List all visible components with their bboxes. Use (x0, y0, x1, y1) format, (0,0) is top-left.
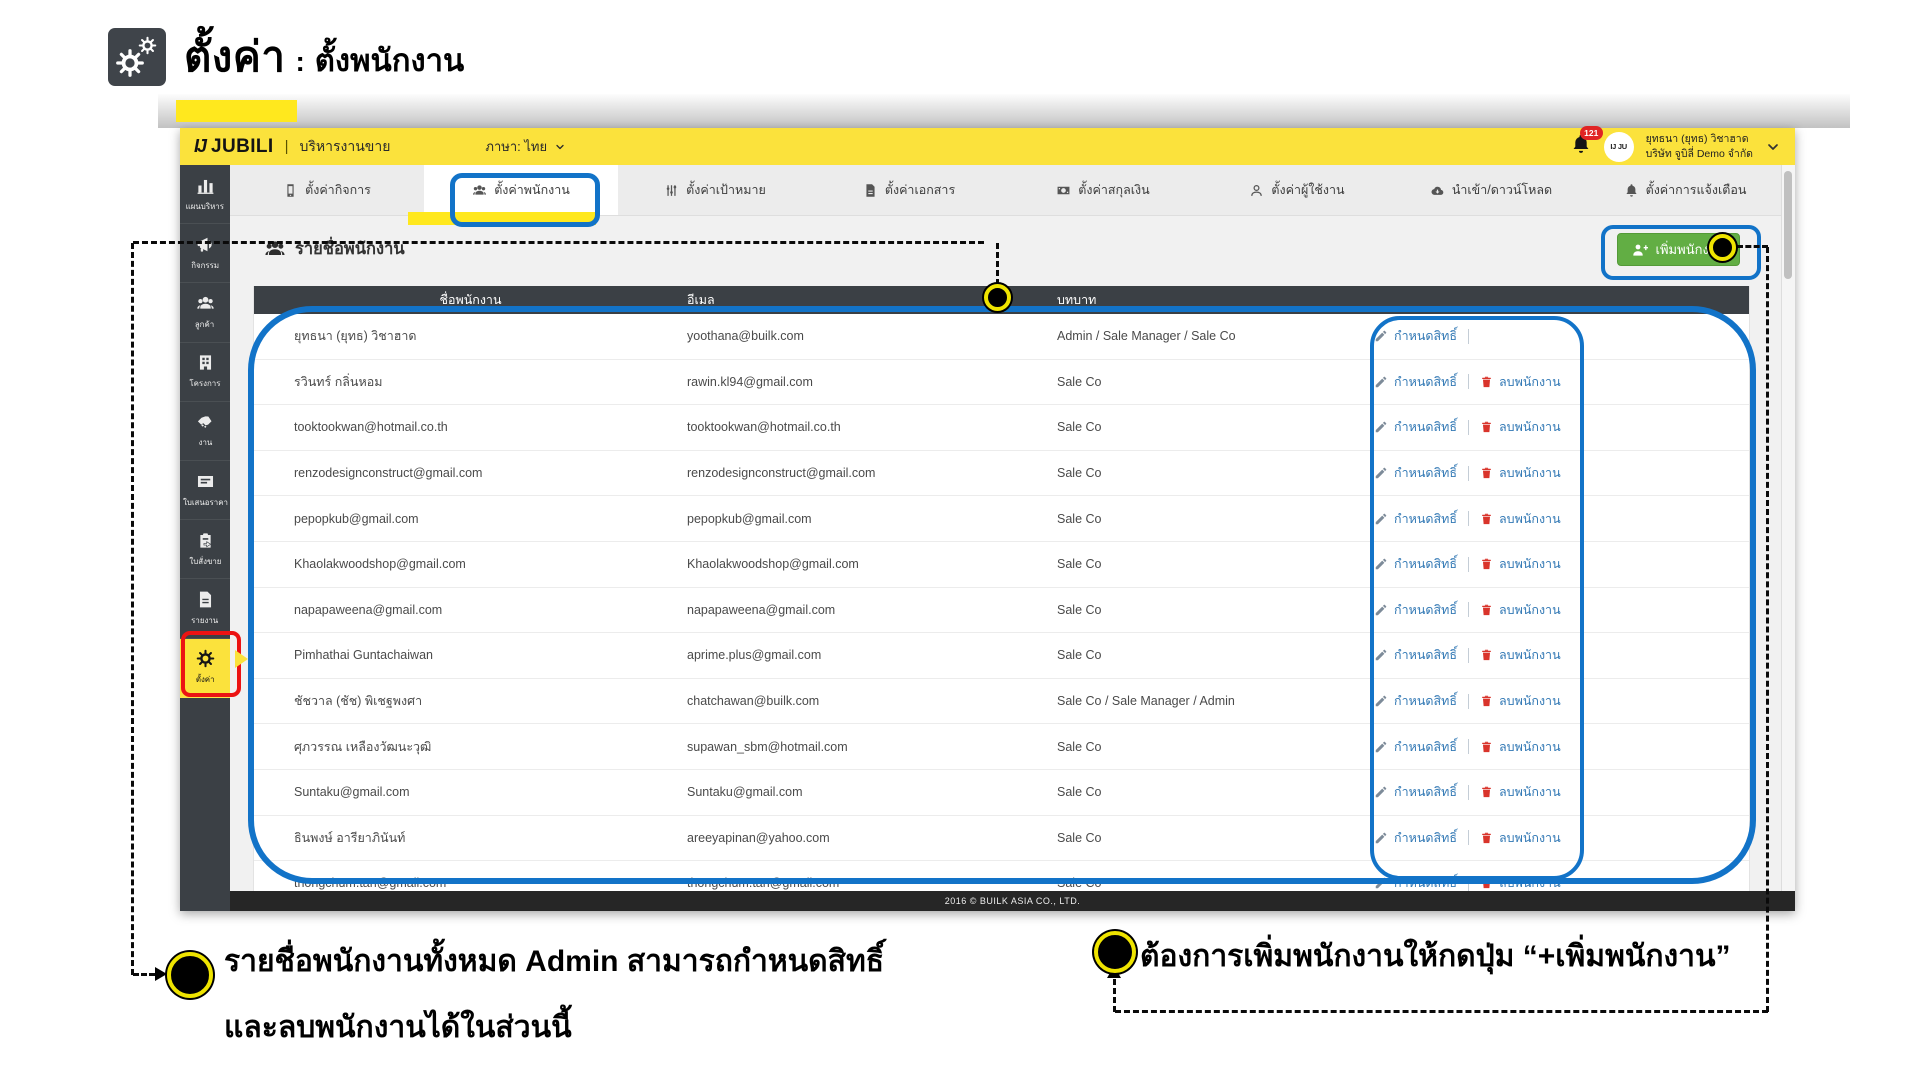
annotation-tab-blue-box (450, 173, 600, 227)
sidebar-item-label: งาน (198, 436, 212, 449)
page-section-heading: รายชื่อพนักงาน (264, 236, 405, 262)
tab-label: ตั้งค่าเอกสาร (885, 180, 955, 200)
currency-icon (1056, 183, 1071, 198)
handshake-icon (196, 412, 215, 431)
scrollbar[interactable] (1781, 165, 1795, 891)
callout-dot-note1 (167, 952, 213, 998)
annotation-arrowhead (155, 967, 167, 981)
report-icon (196, 590, 215, 609)
chevron-down-icon (554, 141, 566, 153)
scrollbar-thumb[interactable] (1784, 171, 1792, 279)
annotation-dashed-line (996, 243, 999, 285)
app-name: บริหารงานขาย (300, 136, 391, 158)
annotation-dashed-line (1766, 247, 1769, 1012)
annotation-sidebar-red-box (181, 631, 241, 697)
annotation-button-blue-box (1601, 225, 1761, 280)
sidebar-item-label: แผนบริหาร (186, 199, 224, 212)
sidebar-item-label: ใบเสนอราคา (183, 495, 228, 508)
annotation-note2: ต้องการเพิ่มพนักงานให้กดปุ่ม “+เพิ่มพนัก… (1140, 933, 1731, 980)
sidebar-item-label: ลูกค้า (195, 318, 214, 331)
page-title: ตั้งค่า : ตั้งพนักงาน (184, 24, 464, 90)
callout-dot-add-button (1709, 234, 1736, 261)
annotation-dashed-line (1113, 979, 1116, 1012)
tab-6[interactable]: นำเข้า/ดาวน์โหลด (1394, 165, 1588, 215)
sidebar-item-6[interactable]: ใบสั่งขาย (180, 520, 230, 579)
building-icon (196, 353, 215, 372)
tab-label: ตั้งค่ากิจการ (305, 180, 371, 200)
jubili-logo-mark-icon: IJ (194, 136, 205, 157)
stage: ตั้งค่า : ตั้งพนักงาน IJ JUBILI | บริหาร… (0, 0, 1920, 1080)
jubili-logo-text: JUBILI (211, 136, 274, 158)
annotation-dashed-line (131, 243, 134, 975)
notification-badge: 121 (1580, 126, 1603, 140)
sidebar-item-5[interactable]: ใบเสนอราคา (180, 461, 230, 520)
sidebar-item-label: โครงการ (189, 377, 220, 390)
document-icon (863, 183, 878, 198)
window-top-shadow (158, 94, 1850, 128)
megaphone-icon (196, 235, 215, 254)
tab-2[interactable]: ตั้งค่าเป้าหมาย (618, 165, 812, 215)
sidebar-item-0[interactable]: แผนบริหาร (180, 165, 230, 224)
tab-0[interactable]: ตั้งค่ากิจการ (230, 165, 424, 215)
user-name: ยุทธนา (ยุทธ) วิชาฮาด (1646, 132, 1753, 146)
page-title-separator: : (295, 46, 304, 78)
page-head: ตั้งค่า : ตั้งพนักงาน (108, 24, 464, 90)
page-title-main: ตั้งค่า (184, 24, 285, 90)
annotation-dashed-line (133, 973, 155, 976)
bell-icon (1624, 183, 1639, 198)
gear-icon (138, 36, 157, 55)
tab-5[interactable]: ตั้งค่าผู้ใช้งาน (1200, 165, 1394, 215)
annotation-dashed-line (133, 241, 984, 244)
annotation-actions-blue-box (1370, 316, 1584, 880)
window-footer: 2016 © BUILK ASIA CO., LTD. (230, 891, 1795, 911)
sidebar-item-1[interactable]: กิจกรรม (180, 224, 230, 283)
section-heading-label: รายชื่อพนักงาน (295, 236, 405, 262)
sidebar: แผนบริหารกิจกรรมลูกค้าโครงการงานใบเสนอรา… (180, 165, 230, 911)
notifications-bell-icon[interactable]: 121 (1570, 133, 1592, 160)
annotation-yellow-arrow (235, 650, 248, 668)
copyright-text: 2016 © BUILK ASIA CO., LTD. (945, 896, 1081, 906)
user-icon (1249, 183, 1264, 198)
target-icon (664, 183, 679, 198)
topbar-right: 121 IJ JU ยุทธนา (ยุทธ) วิชาฮาด บริษัท จ… (1570, 132, 1781, 162)
callout-dot-note2 (1094, 931, 1136, 973)
sidebar-item-label: กิจกรรม (191, 258, 219, 271)
sidebar-item-4[interactable]: งาน (180, 402, 230, 461)
chart-icon (196, 176, 215, 195)
app-topbar: IJ JUBILI | บริหารงานขาย ภาษา: ไทย 121 I… (180, 128, 1795, 165)
chevron-down-icon[interactable] (1765, 139, 1781, 155)
page-title-sub: ตั้งพนักงาน (315, 35, 464, 85)
cloud-icon (1430, 183, 1445, 198)
tab-3[interactable]: ตั้งค่าเอกสาร (812, 165, 1006, 215)
tab-label: ตั้งค่าการแจ้งเตือน (1646, 180, 1747, 200)
language-selector[interactable]: ภาษา: ไทย (485, 136, 566, 157)
annotation-dashed-line (1115, 1010, 1768, 1013)
callout-dot-table-header (984, 284, 1011, 311)
annotation-note1-line2: และลบพนักงานได้ในส่วนนี้ (224, 1004, 572, 1051)
sidebar-item-label: รายงาน (191, 613, 218, 626)
sidebar-item-7[interactable]: รายงาน (180, 579, 230, 638)
tab-label: ตั้งค่าสกุลเงิน (1078, 180, 1149, 200)
sales-order-icon (196, 531, 215, 550)
settings-gears-icon (108, 28, 166, 86)
customers-icon (196, 294, 215, 313)
sidebar-item-2[interactable]: ลูกค้า (180, 283, 230, 342)
tab-label: นำเข้า/ดาวน์โหลด (1452, 180, 1552, 200)
tab-label: ตั้งค่าเป้าหมาย (686, 180, 766, 200)
sidebar-item-3[interactable]: โครงการ (180, 343, 230, 402)
quotation-icon (196, 472, 215, 491)
annotation-note1-line1: รายชื่อพนักงานทั้งหมด Admin สามารถกำหนดส… (224, 938, 884, 985)
sidebar-item-label: ใบสั่งขาย (189, 554, 221, 567)
tab-7[interactable]: ตั้งค่าการแจ้งเตือน (1588, 165, 1782, 215)
tab-4[interactable]: ตั้งค่าสกุลเงิน (1006, 165, 1200, 215)
title-yellow-highlight (176, 100, 297, 122)
language-label: ภาษา: ไทย (485, 136, 547, 157)
tab-label: ตั้งค่าผู้ใช้งาน (1271, 180, 1344, 200)
user-info[interactable]: ยุทธนา (ยุทธ) วิชาฮาด บริษัท จูบิลี่ Dem… (1646, 132, 1753, 160)
company-icon (283, 183, 298, 198)
company-name: บริษัท จูบิลี่ Demo จำกัด (1646, 147, 1753, 161)
avatar[interactable]: IJ JU (1604, 132, 1634, 162)
annotation-dashed-line (1737, 245, 1768, 248)
logo-divider: | (285, 138, 289, 155)
